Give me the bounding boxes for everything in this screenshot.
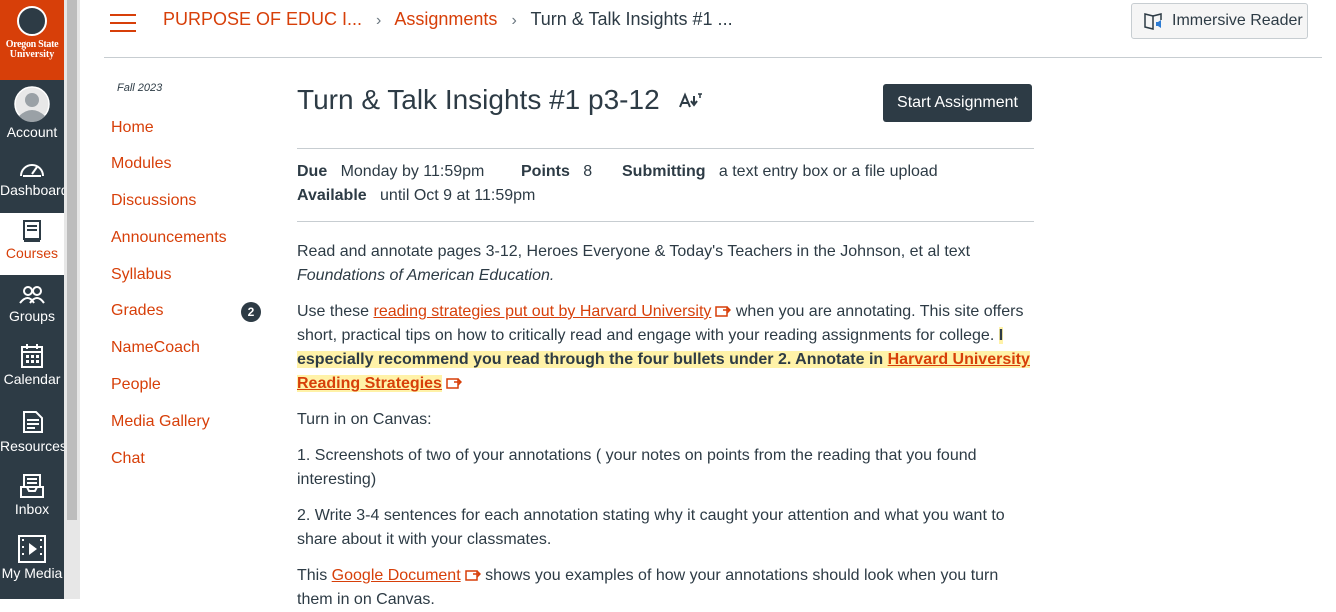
global-nav: Oregon State University Account Dashboar… <box>0 0 69 599</box>
global-nav-label: Groups <box>9 308 55 324</box>
course-nav-syllabus[interactable]: Syllabus <box>111 266 171 284</box>
details-divider-bottom <box>297 221 1034 222</box>
global-nav-courses[interactable]: Courses <box>0 213 64 275</box>
global-nav-account[interactable]: Account <box>0 86 64 140</box>
global-nav-inbox[interactable]: Inbox <box>0 473 64 517</box>
breadcrumb-current: Turn & Talk Insights #1 ... <box>530 9 733 29</box>
global-nav-label: My Media <box>1 565 63 581</box>
global-nav-groups[interactable]: Groups <box>0 284 64 324</box>
breadcrumb-separator-icon: › <box>376 12 382 29</box>
global-nav-label: Resources <box>0 438 67 454</box>
course-nav-media-gallery[interactable]: Media Gallery <box>111 413 210 431</box>
due-value: Monday by 11:59pm <box>340 163 485 180</box>
courses-icon <box>23 220 41 242</box>
global-nav-resources[interactable]: Resources <box>0 408 67 454</box>
assignment-title: Turn & Talk Insights #1 p3-12 <box>297 84 660 115</box>
instructions-paragraph-2: Use these reading strategies put out by … <box>297 300 1037 396</box>
global-nav-dashboard[interactable]: Dashboard <box>0 158 69 198</box>
due-label: Due <box>297 163 328 180</box>
instructions-paragraph-6: This Google Document shows you examples … <box>297 564 1037 612</box>
book-title: Foundations of American Education. <box>297 267 555 284</box>
immersive-reader-label: Immersive Reader <box>1172 12 1303 29</box>
header-divider <box>104 57 1322 58</box>
external-link-icon <box>715 306 732 317</box>
global-nav-label: Dashboard <box>0 182 69 198</box>
global-nav-label: Inbox <box>14 501 50 517</box>
immersive-reader-icon <box>1144 13 1162 30</box>
instructions-paragraph-5: 2. Write 3-4 sentences for each annotati… <box>297 507 1005 548</box>
start-assignment-button[interactable]: Start Assignment <box>883 84 1032 122</box>
submitting: Submitting a text entry box or a file up… <box>622 163 938 181</box>
course-nav-grades[interactable]: Grades <box>111 302 163 320</box>
available: Available until Oct 9 at 11:59pm <box>297 187 535 205</box>
submitting-value: a text entry box or a file upload <box>718 163 938 180</box>
course-nav-chat[interactable]: Chat <box>111 450 145 468</box>
external-link-icon <box>446 378 462 389</box>
seal-icon <box>17 6 47 36</box>
available-value: until Oct 9 at 11:59pm <box>380 187 536 204</box>
paragraph-text: Read and annotate pages 3-12, Heroes Eve… <box>297 243 971 260</box>
google-document-link[interactable]: Google Document <box>332 567 461 584</box>
course-nav-discussions[interactable]: Discussions <box>111 192 196 210</box>
paragraph-text: This <box>297 567 332 584</box>
course-nav-home[interactable]: Home <box>111 119 154 137</box>
points: Points 8 <box>521 163 592 181</box>
points-label: Points <box>521 163 570 180</box>
calendar-icon <box>21 344 43 368</box>
submitting-label: Submitting <box>622 163 706 180</box>
logo-text-line2: University <box>9 49 55 60</box>
scrollbar-thumb[interactable] <box>67 0 77 520</box>
scrollbar[interactable] <box>64 0 80 599</box>
details-divider-top <box>297 148 1034 149</box>
instructions-paragraph-1: Read and annotate pages 3-12, Heroes Eve… <box>297 240 1037 288</box>
avatar-icon <box>14 86 50 122</box>
course-term: Fall 2023 <box>117 82 163 94</box>
resources-icon <box>23 411 43 433</box>
global-nav-label: Calendar <box>3 371 61 387</box>
translate-icon[interactable] <box>679 92 703 110</box>
paragraph-text: Use these <box>297 303 374 320</box>
university-logo[interactable]: Oregon State University <box>0 0 64 80</box>
external-link-icon <box>464 570 481 581</box>
media-icon <box>18 535 46 563</box>
inbox-icon <box>20 474 44 498</box>
global-nav-label: Courses <box>5 245 59 261</box>
groups-icon <box>19 286 45 304</box>
immersive-reader-button[interactable]: Immersive Reader <box>1131 3 1308 39</box>
hamburger-menu-icon[interactable] <box>110 14 136 34</box>
breadcrumb-course-link[interactable]: PURPOSE OF EDUC I... <box>163 9 362 29</box>
available-label: Available <box>297 187 367 204</box>
breadcrumb-separator-icon: › <box>511 12 517 29</box>
course-nav-announcements[interactable]: Announcements <box>111 229 227 247</box>
global-nav-calendar[interactable]: Calendar <box>0 343 64 387</box>
global-nav-my-media[interactable]: My Media <box>0 535 64 581</box>
breadcrumb-assignments-link[interactable]: Assignments <box>394 9 497 29</box>
due-date: Due Monday by 11:59pm <box>297 163 484 181</box>
instructions-paragraph-4: 1. Screenshots of two of your annotation… <box>297 447 977 488</box>
points-value: 8 <box>583 163 593 180</box>
instructions-paragraph-3: Turn in on Canvas: <box>297 411 432 428</box>
dashboard-icon <box>20 164 44 177</box>
reading-strategies-link[interactable]: reading strategies put out by Harvard Un… <box>373 303 711 320</box>
course-nav-namecoach[interactable]: NameCoach <box>111 339 200 357</box>
global-nav-label: Account <box>6 124 58 140</box>
course-nav-modules[interactable]: Modules <box>111 155 171 173</box>
breadcrumb: PURPOSE OF EDUC I... › Assignments › Tur… <box>163 9 733 30</box>
grades-count-badge: 2 <box>241 302 261 322</box>
course-nav-people[interactable]: People <box>111 376 161 394</box>
